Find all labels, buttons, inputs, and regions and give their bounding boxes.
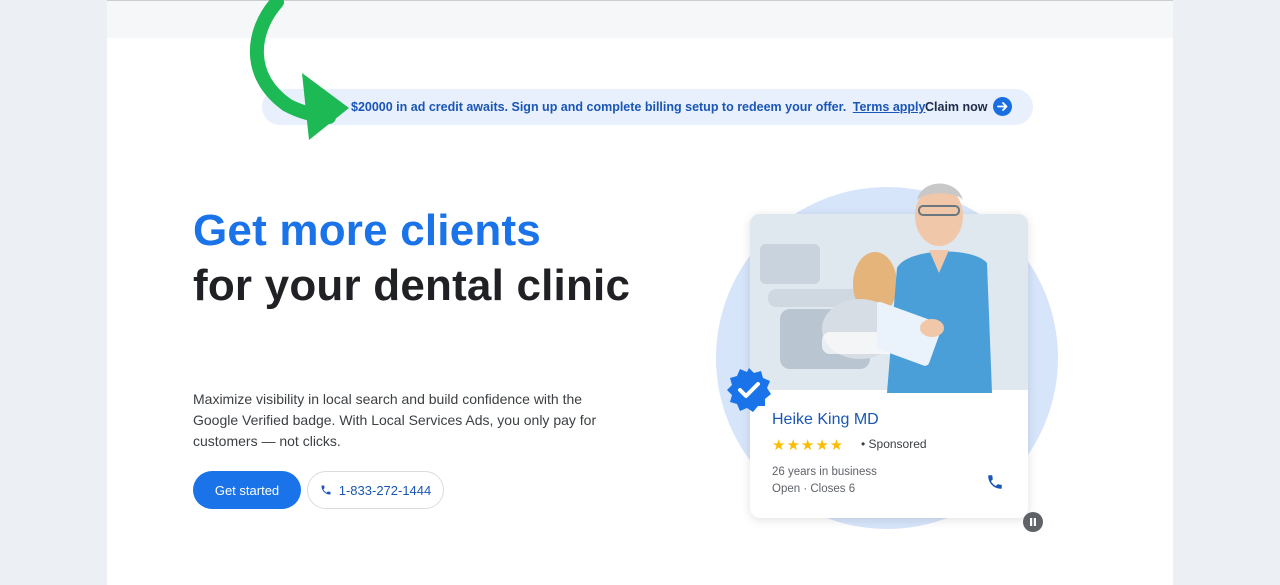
rating-stars: ★★★★★ [772, 437, 845, 454]
phone-button[interactable]: 1-833-272-1444 [307, 471, 444, 509]
business-name[interactable]: Heike King MD [772, 411, 879, 429]
business-hours: Open · Closes 6 [772, 483, 856, 495]
promo-message: $20000 in ad credit awaits. Sign up and … [351, 100, 847, 114]
verified-badge-icon [727, 368, 771, 412]
doctor-illustration [877, 183, 992, 393]
headline-line-2: for your dental clinic [193, 261, 631, 310]
green-curved-arrow-icon [249, 0, 349, 140]
pause-icon[interactable] [1023, 512, 1043, 532]
phone-icon[interactable] [986, 473, 1004, 491]
headline-line-1: Get more clients [193, 206, 541, 255]
promo-banner: $20000 in ad credit awaits. Sign up and … [262, 89, 1033, 125]
phone-number: 1-833-272-1444 [338, 482, 432, 498]
claim-now-link[interactable]: Claim now [925, 100, 988, 114]
hero-description: Maximize visibility in local search and … [193, 391, 597, 449]
phone-icon [321, 485, 331, 495]
arrow-right-circle-icon[interactable] [993, 97, 1012, 116]
get-started-button[interactable]: Get started [193, 471, 301, 509]
years-in-business: 26 years in business [772, 466, 877, 478]
terms-link[interactable]: Terms apply [853, 100, 926, 114]
sponsored-label: • Sponsored [861, 437, 927, 451]
landing-page: $20000 in ad credit awaits. Sign up and … [107, 0, 1173, 585]
promo-text: $20000 in ad credit awaits. Sign up and … [351, 100, 930, 114]
